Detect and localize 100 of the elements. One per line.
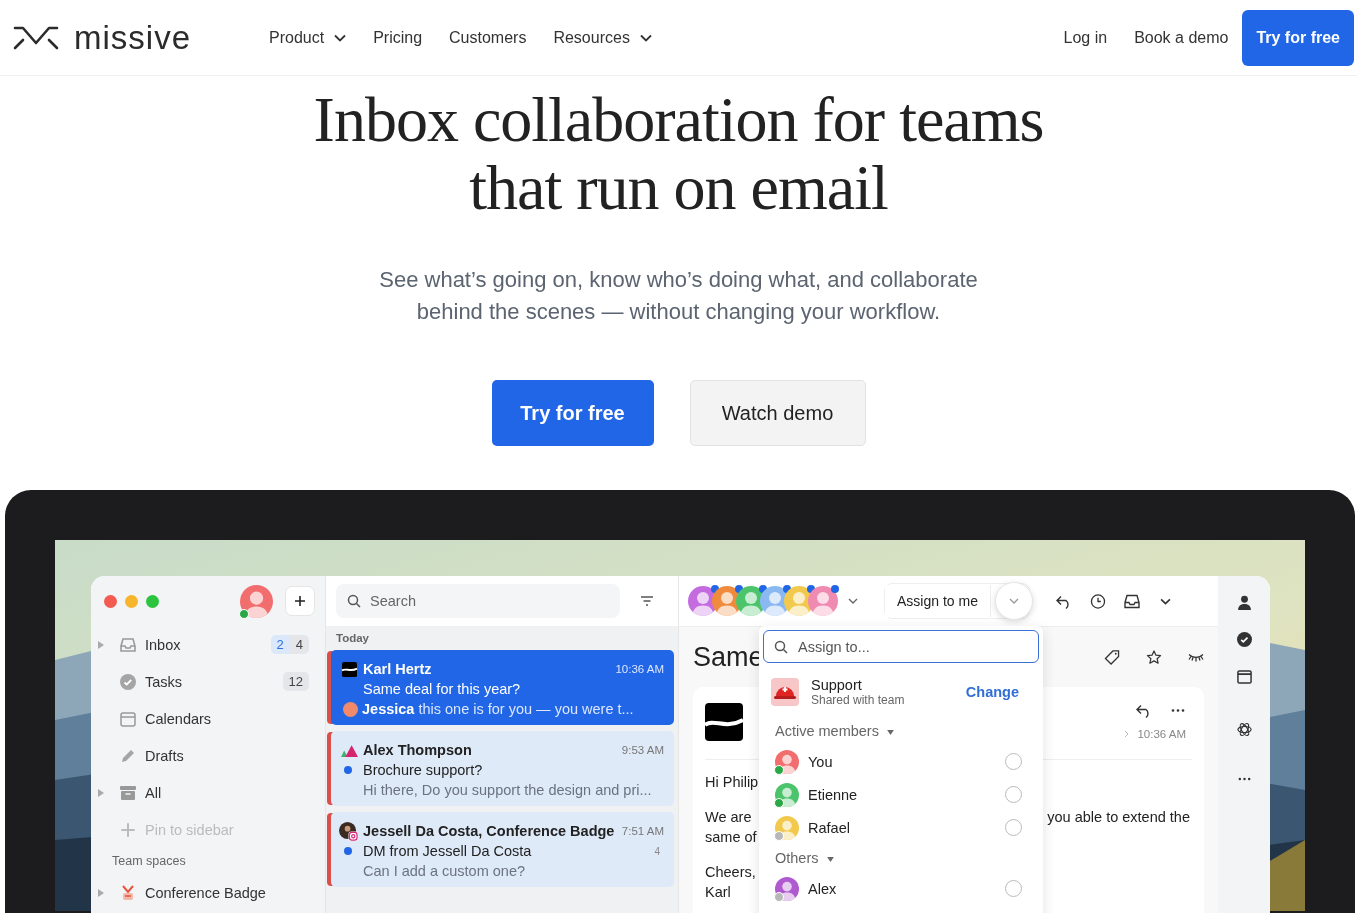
sender-name: Karl Hertz [363, 661, 432, 677]
check-circle-icon [120, 673, 136, 690]
message-text: Hi Philip [705, 773, 759, 792]
message-subject: DM from Jessell Da Costa [363, 843, 532, 859]
calendar-icon[interactable] [1236, 669, 1252, 684]
message-text: Karl [705, 883, 731, 902]
more-icon[interactable] [1236, 777, 1252, 781]
pencil-icon [120, 747, 136, 764]
message-text: Cheers, [705, 863, 756, 882]
sidebar-item-label: Calendars [145, 710, 212, 727]
helmet-icon [771, 678, 799, 706]
message-count: 4 [654, 845, 661, 857]
sidebar-item[interactable]: Inbox 2 4 [91, 626, 325, 663]
watch-demo-button[interactable]: Watch demo [689, 380, 866, 446]
team-name: Support [811, 677, 863, 693]
try-free-button[interactable]: Try for free [491, 380, 654, 446]
member-option[interactable]: Alex [763, 872, 1039, 905]
message-time: 10:36 AM [614, 663, 664, 675]
user-avatar[interactable] [240, 584, 273, 618]
nav-link[interactable]: Book a demo [1134, 28, 1229, 47]
message-time: 7:51 AM [620, 825, 664, 837]
team-note: Shared with team [811, 693, 905, 707]
conversation-title: Same [693, 641, 764, 673]
sidebar-item-label: Drafts [145, 747, 184, 764]
group-heading[interactable]: Others [775, 850, 819, 866]
change-link[interactable]: Change [965, 684, 1019, 700]
star-icon[interactable] [1146, 649, 1162, 665]
chevron-down-icon[interactable] [848, 598, 858, 604]
close-dot-icon[interactable] [104, 594, 117, 608]
team-space-item[interactable]: Conference Badge [91, 874, 325, 911]
calendar-icon [120, 710, 136, 727]
badge-icon [120, 884, 136, 901]
watcher-avatar[interactable] [808, 586, 838, 616]
count-badge: 2 [270, 635, 290, 654]
check-circle-icon[interactable] [1236, 632, 1252, 647]
count-badge: 12 [282, 672, 309, 691]
message-text: you able to extend the [1047, 808, 1190, 827]
avatar-with-instagram-icon [339, 821, 358, 841]
minimize-dot-icon[interactable] [125, 594, 138, 608]
message-time: 10:36 AM [1137, 728, 1186, 740]
group-heading: Today [335, 631, 370, 646]
nav-link[interactable]: Log in [1063, 28, 1108, 47]
filter-icon[interactable] [640, 596, 654, 606]
sidebar-item[interactable]: All [91, 774, 325, 811]
knot-icon[interactable] [1236, 722, 1252, 737]
assign-to-me-button[interactable]: Assign to me [885, 585, 991, 617]
triangles-logo-icon [341, 742, 358, 758]
member-option[interactable]: You [763, 745, 1039, 778]
sidebar-item[interactable]: Calendars [91, 700, 325, 737]
message-text: We are [705, 808, 752, 827]
message-preview: Hi there, Do you support the design and pri... [363, 782, 652, 798]
sidebar-item-label: Conference Badge [145, 884, 266, 901]
message-preview: Jessica this one is for you — you were t... [362, 701, 634, 717]
caret-down-icon[interactable] [826, 856, 834, 862]
tag-icon[interactable] [1104, 649, 1120, 665]
assign-search-field[interactable]: Assign to... [763, 630, 1039, 663]
nav-link[interactable]: Product [269, 28, 347, 47]
nav-link[interactable]: Pricing [373, 28, 423, 47]
zoom-dot-icon[interactable] [146, 594, 159, 608]
sender-name: Jessell Da Costa, Conference Badge [363, 823, 615, 839]
brand-name[interactable]: missive [74, 18, 191, 57]
chevron-down-icon[interactable] [1159, 597, 1171, 605]
nav-link[interactable]: Customers [449, 28, 527, 47]
inbox-icon[interactable] [1123, 593, 1140, 609]
message-preview: Can I add a custom one? [363, 863, 526, 879]
sidebar-item-label: All [145, 784, 162, 801]
search-icon [774, 639, 788, 654]
sidebar-item-label: Tasks [145, 673, 183, 690]
try-free-button[interactable]: Try for free [1242, 9, 1354, 66]
archive-icon [120, 784, 136, 801]
member-option[interactable]: Rafael [763, 811, 1039, 844]
message-time: 9:53 AM [620, 744, 664, 756]
hero-title: Inbox collaboration for teams that run on email [312, 86, 1045, 222]
message-text: same of [705, 828, 757, 847]
compose-button[interactable] [285, 586, 315, 616]
logo-icon[interactable] [13, 25, 59, 50]
plus-icon [294, 595, 306, 607]
member-option[interactable]: Etienne [763, 778, 1039, 811]
reply-icon[interactable] [1055, 593, 1072, 609]
sidebar-item[interactable]: Tasks 12 [91, 663, 325, 700]
reply-icon[interactable] [1136, 703, 1152, 718]
caret-down-icon[interactable] [886, 729, 894, 735]
group-heading[interactable]: Active members [775, 723, 879, 739]
search-icon [347, 594, 361, 608]
nav-link[interactable]: Resources [553, 28, 652, 47]
clock-icon[interactable] [1089, 593, 1106, 609]
inbox-icon [120, 636, 136, 653]
notification-dot-icon [831, 585, 839, 593]
message-subject: Same deal for this year? [363, 681, 521, 697]
chevron-down-icon [1008, 598, 1019, 604]
wave-logo-icon [705, 703, 743, 741]
hero-subtitle: See what’s going on, know who’s doing what, and collaborate behind the scenes — without changing your workflow. [378, 266, 979, 326]
person-icon[interactable] [1236, 595, 1252, 610]
section-heading: Team spaces [111, 853, 187, 870]
search-field[interactable]: Search [336, 584, 620, 618]
wave-logo-icon [341, 661, 358, 677]
sidebar-item-label: Inbox [145, 636, 181, 653]
sidebar-item[interactable]: Drafts [91, 737, 325, 774]
sender-name: Alex Thompson [363, 742, 472, 758]
message-subject: Brochure support? [363, 762, 483, 778]
